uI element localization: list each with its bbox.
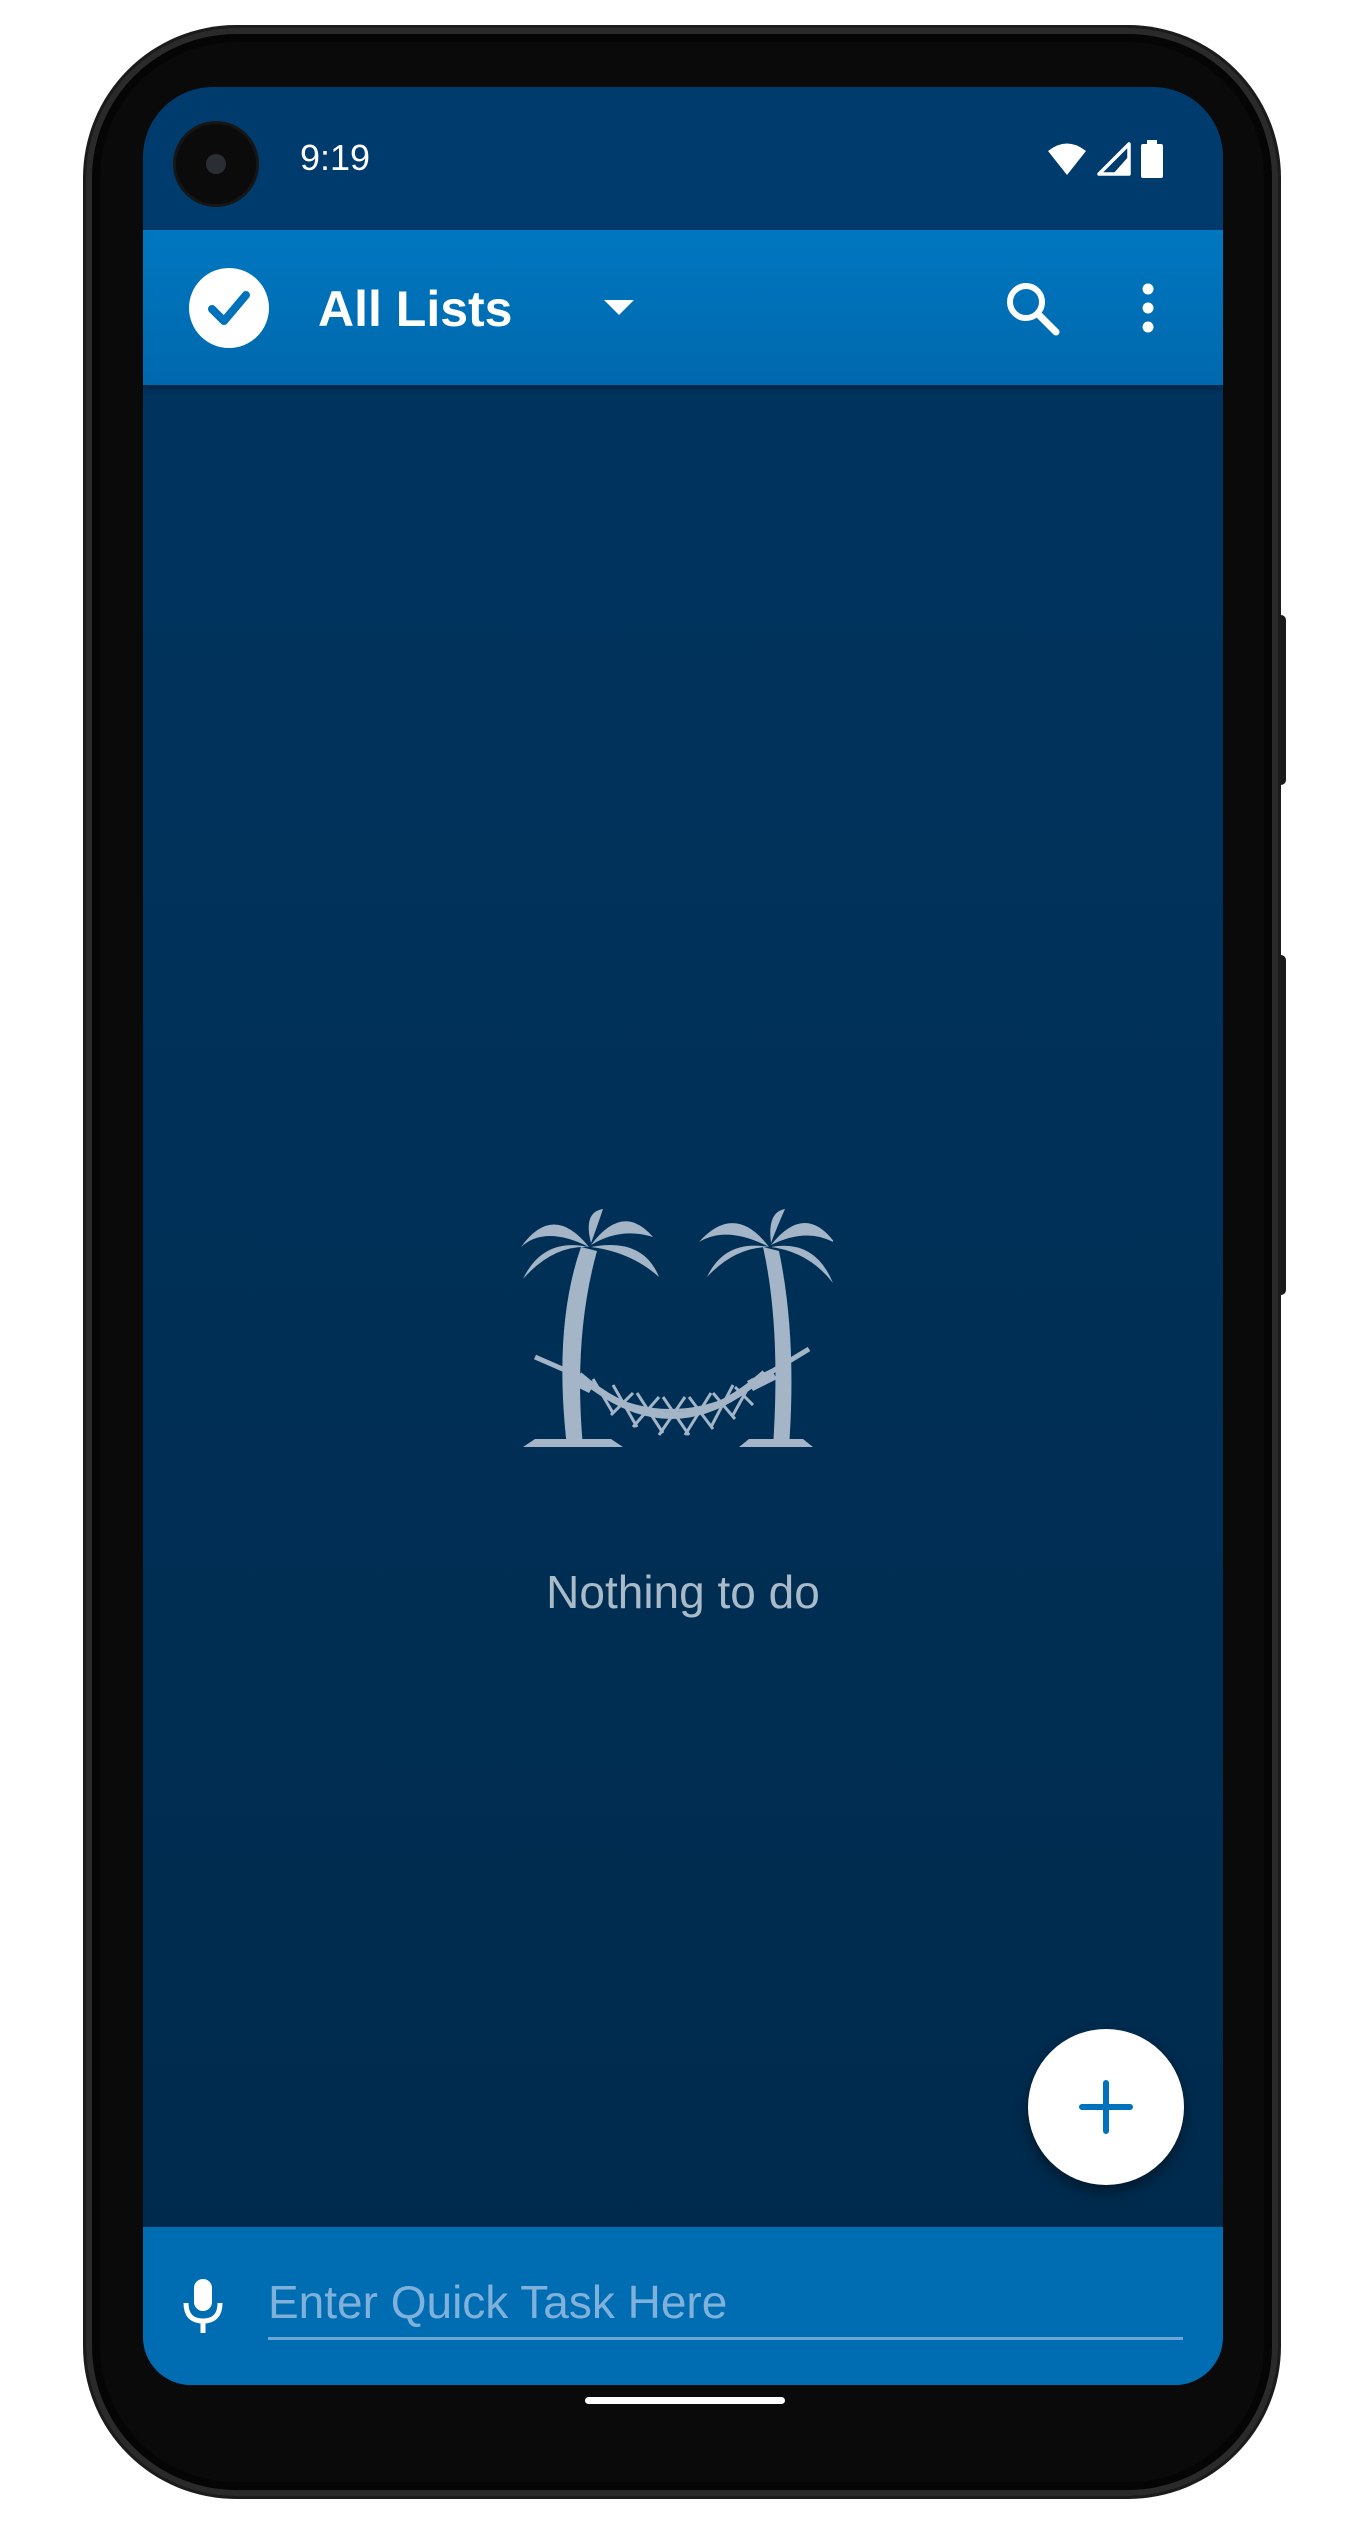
more-vert-icon[interactable] bbox=[1128, 275, 1168, 341]
quick-task-bar bbox=[143, 2227, 1223, 2385]
checkmark-icon bbox=[208, 291, 250, 325]
search-icon[interactable] bbox=[999, 275, 1065, 341]
microphone-icon[interactable] bbox=[173, 2272, 233, 2342]
list-selector-title[interactable]: All Lists bbox=[318, 280, 512, 338]
app-bar: All Lists bbox=[143, 230, 1223, 385]
device-frame: 9:19 All Lists Nothing to do Enter Quick… bbox=[0, 0, 1370, 2534]
empty-state-message: Nothing to do bbox=[546, 1566, 820, 1618]
wifi-icon bbox=[1048, 143, 1086, 175]
status-bar: 9:19 bbox=[143, 87, 1223, 230]
add-task-button[interactable] bbox=[1028, 2029, 1184, 2185]
plus-icon bbox=[1079, 2080, 1133, 2134]
palm-trees-hammock-icon bbox=[521, 1209, 833, 1447]
status-time: 9:19 bbox=[300, 137, 371, 178]
home-indicator[interactable] bbox=[585, 2397, 785, 2404]
cell-signal-icon bbox=[1097, 142, 1131, 176]
screen: 9:19 All Lists Nothing to do Enter Quick… bbox=[143, 87, 1223, 2385]
check-circle-icon[interactable] bbox=[189, 268, 269, 348]
front-camera bbox=[176, 124, 256, 204]
battery-icon bbox=[1141, 140, 1163, 178]
quick-task-input[interactable] bbox=[268, 2267, 1183, 2340]
status-icons bbox=[1047, 139, 1163, 179]
dropdown-arrow-icon[interactable] bbox=[599, 288, 639, 328]
task-list-area: Nothing to do bbox=[143, 385, 1223, 2315]
